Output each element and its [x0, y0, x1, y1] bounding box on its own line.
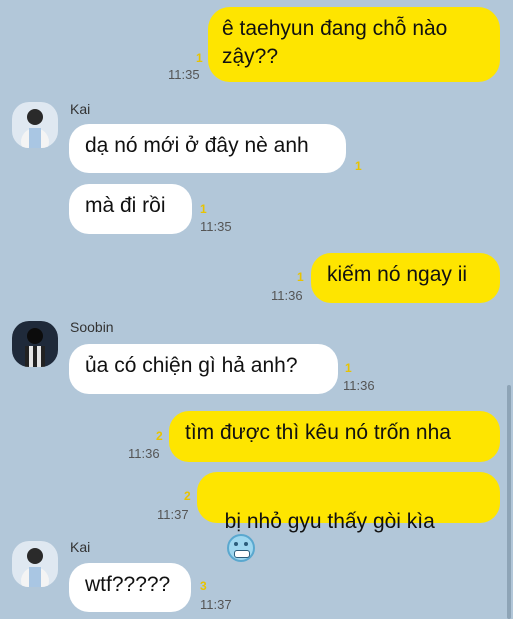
unread-count: 1 [297, 270, 304, 284]
message-time: 11:37 [157, 507, 189, 522]
avatar-kai-image [12, 102, 58, 148]
outgoing-message-bubble[interactable]: tìm được thì kêu nó trốn nha [169, 411, 500, 462]
message-time: 11:37 [200, 597, 232, 612]
message-time: 11:35 [200, 219, 232, 234]
incoming-message-bubble[interactable]: dạ nó mới ở đây nè anh [69, 124, 346, 173]
incoming-message-bubble[interactable]: wtf????? [69, 563, 191, 612]
message-time: 11:35 [168, 67, 200, 82]
unread-count: 1 [345, 361, 352, 375]
avatar-soobin-image [12, 321, 58, 367]
incoming-message-bubble[interactable]: ủa có chiện gì hả anh? [69, 344, 338, 394]
sender-name: Kai [70, 101, 91, 117]
unread-count: 3 [200, 579, 207, 593]
cold-face-emoji-icon [226, 534, 255, 563]
message-time: 11:36 [343, 378, 375, 393]
unread-count: 1 [355, 159, 362, 173]
message-text: bị nhỏ gyu thấy gòi kìa [224, 510, 435, 533]
outgoing-message-bubble[interactable]: ê taehyun đang chỗ nào zậy?? [208, 7, 500, 82]
avatar-kai-image [12, 541, 58, 587]
message-time: 11:36 [271, 288, 303, 303]
unread-count: 2 [156, 429, 163, 443]
unread-count: 1 [196, 51, 203, 65]
outgoing-message-bubble[interactable]: kiếm nó ngay ii [311, 253, 500, 303]
sender-name: Soobin [70, 319, 114, 335]
scrollbar[interactable] [507, 385, 511, 619]
incoming-message-bubble[interactable]: mà đi rồi [69, 184, 192, 234]
sender-name: Kai [70, 539, 91, 555]
message-time: 11:36 [128, 446, 160, 461]
outgoing-message-bubble[interactable]: bị nhỏ gyu thấy gòi kìa [197, 472, 500, 563]
avatar-kai[interactable] [12, 102, 58, 148]
avatar-kai[interactable] [12, 541, 58, 587]
avatar-soobin[interactable] [12, 321, 58, 367]
unread-count: 2 [184, 489, 191, 503]
unread-count: 1 [200, 202, 207, 216]
